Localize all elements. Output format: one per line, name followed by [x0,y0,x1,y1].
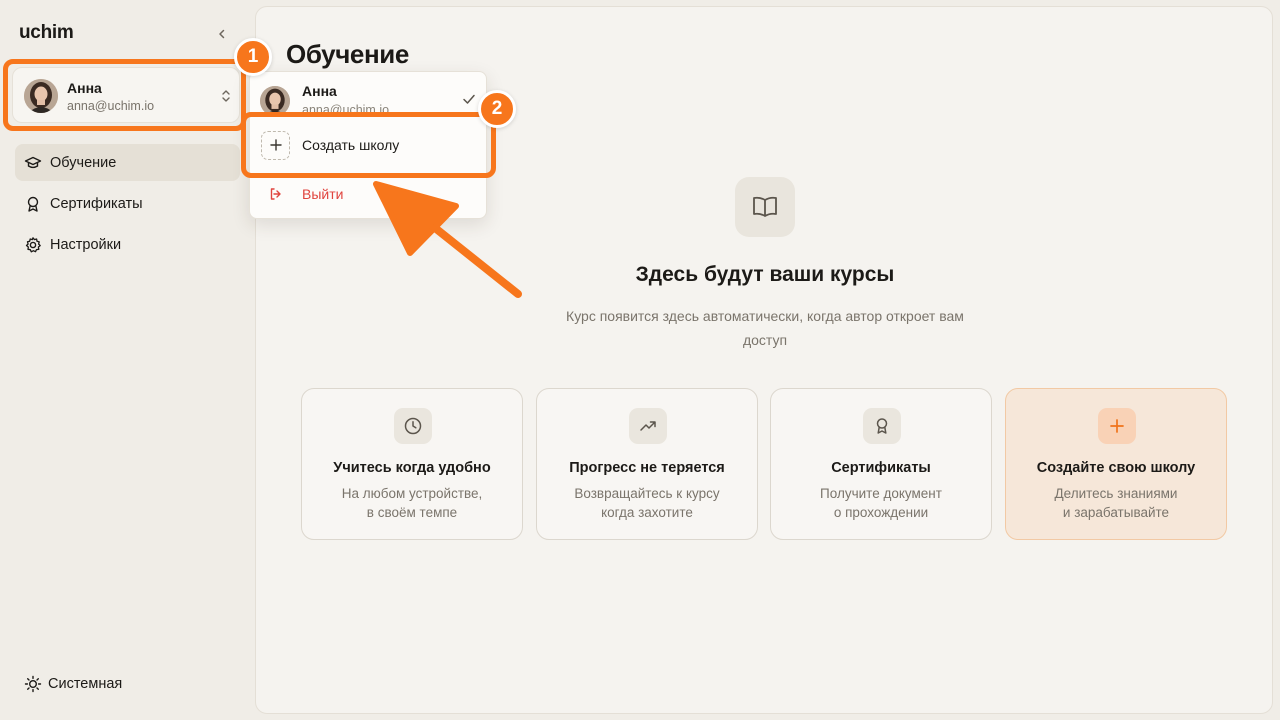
feature-card: Учитесь когда удобно На любом устройстве… [301,388,523,540]
graduation-cap-icon [24,154,42,172]
step-badge-2: 2 [478,90,516,128]
feature-description: Получите документ о прохождении [771,484,991,522]
feature-description: На любом устройстве, в своём темпе [302,484,522,522]
create-school-menu-item[interactable]: Создать школу [250,126,486,164]
feature-description: Возвращайтесь к курсу когда захотите [537,484,757,522]
account-option-name: Анна [302,83,337,99]
feature-description-line: Получите документ [820,486,942,501]
sun-icon [24,675,42,693]
account-option[interactable]: Анна anna@uchim.io [250,72,486,120]
plus-icon [261,130,290,160]
logout-menu-item[interactable]: Выйти [250,176,486,212]
sidebar-item-learning[interactable]: Обучение [15,144,240,181]
theme-label: Системная [48,676,123,692]
account-dropdown: Анна anna@uchim.io Создать школу Выйти [249,71,487,219]
feature-card: Прогресс не теряется Возвращайтесь к кур… [536,388,758,540]
feature-description-line: На любом устройстве, [341,486,483,501]
avatar [260,86,290,116]
sidebar-item-settings[interactable]: Настройки [15,226,240,263]
user-name: Анна [67,80,102,96]
feature-description-line: о прохождении [833,505,929,520]
chevron-up-down-icon [218,86,234,106]
step-badge-1: 1 [234,38,272,76]
check-icon [463,94,475,104]
collapse-sidebar-button[interactable] [212,24,232,44]
feature-title: Учитесь когда удобно [333,460,491,476]
sidebar-item-label: Обучение [50,154,117,171]
avatar [24,79,58,113]
empty-state-title: Здесь будут ваши курсы [635,263,895,286]
sidebar-nav: Обучение Сертификаты Настройки [15,144,240,267]
chevron-left-icon [219,29,225,39]
plus-icon [1098,408,1136,444]
book-open-icon [735,177,795,237]
sidebar: uchim Анна anna@uchim.io Обучение Сертиф… [0,0,255,720]
feature-title: Создайте свою школу [1036,460,1196,476]
feature-title: Сертификаты [831,460,931,476]
award-icon [863,408,901,444]
empty-state-description: Курс появится здесь автоматически, когда… [566,308,964,348]
sidebar-item-label: Настройки [50,236,122,253]
account-option-email: anna@uchim.io [302,103,390,117]
page-title: Обучение [286,39,409,69]
logout-icon [270,188,281,200]
feature-card: Сертификаты Получите документ о прохожде… [770,388,992,540]
theme-toggle-button[interactable]: Системная [24,675,122,693]
feature-description-line: когда захотите [601,505,693,520]
create-school-card[interactable]: Создайте свою школу Делитесь знаниями и … [1005,388,1227,540]
feature-description-line: в своём темпе [366,505,458,520]
feature-description-line: и зарабатывайте [1062,505,1170,520]
gear-icon [24,236,42,254]
sidebar-item-label: Сертификаты [50,195,143,212]
create-school-label: Создать школу [302,137,400,153]
feature-title: Прогресс не теряется [569,460,725,476]
trending-up-icon [629,408,667,444]
user-email: anna@uchim.io [67,99,155,113]
feature-description-line: Делитесь знаниями [1054,486,1178,501]
clock-icon [394,408,432,444]
app-logo: uchim [19,22,74,43]
logout-label: Выйти [302,186,344,202]
sidebar-item-certificates[interactable]: Сертификаты [15,185,240,222]
account-switcher[interactable]: Анна anna@uchim.io [12,67,240,123]
award-icon [24,195,42,213]
feature-description-line: Возвращайтесь к курсу [574,486,720,501]
feature-description: Делитесь знаниями и зарабатывайте [1006,484,1226,522]
